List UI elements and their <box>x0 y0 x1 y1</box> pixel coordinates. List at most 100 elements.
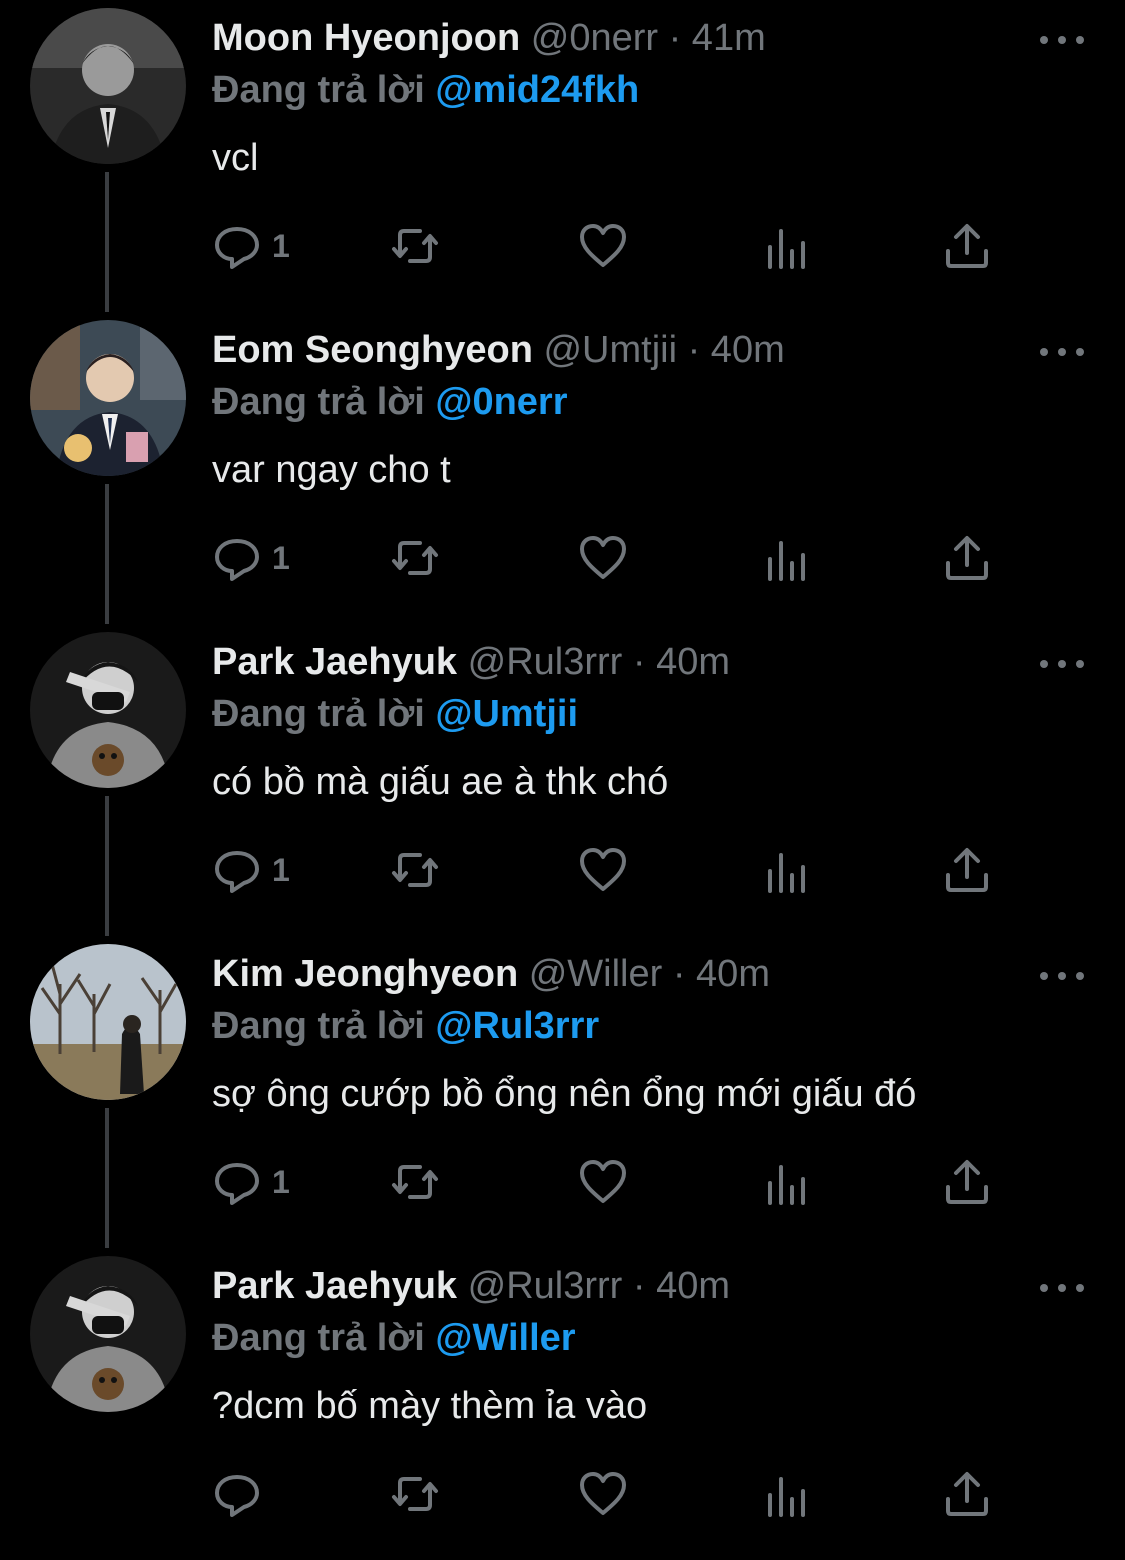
display-name[interactable]: Park Jaehyuk <box>212 641 457 683</box>
reply-count: 1 <box>272 227 290 264</box>
views-icon <box>768 1477 805 1517</box>
tweet-header: Kim Jeonghyeon @Willer · 40m <box>212 950 770 998</box>
share-icon <box>946 536 988 580</box>
reply-button[interactable]: 1 <box>212 844 290 896</box>
retweet-button[interactable] <box>390 220 440 272</box>
handle-timestamp: @Umtjii · 40m <box>543 329 785 371</box>
more-icon[interactable] <box>1040 962 1084 990</box>
display-name[interactable]: Kim Jeonghyeon <box>212 953 518 995</box>
retweet-button[interactable] <box>390 844 440 896</box>
replying-to: Đang trả lời @Rul3rrr <box>212 1002 599 1050</box>
action-bar: 1 <box>212 844 1012 896</box>
replying-to: Đang trả lời @Willer <box>212 1314 576 1362</box>
retweet-icon <box>392 229 438 263</box>
tweet[interactable]: Eom Seonghyeon @Umtjii · 40m Đang trả lờ… <box>0 312 1125 624</box>
share-icon <box>946 848 988 892</box>
replying-to: Đang trả lời @Umtjii <box>212 690 578 738</box>
more-icon[interactable] <box>1040 26 1084 54</box>
handle-timestamp: @0nerr · 41m <box>530 17 766 59</box>
share-button[interactable] <box>942 532 992 584</box>
mention-link[interactable]: @Rul3rrr <box>435 1005 599 1047</box>
share-button[interactable] <box>942 220 992 272</box>
retweet-icon <box>392 1477 438 1511</box>
reply-icon <box>215 227 259 269</box>
tweet[interactable]: Park Jaehyuk @Rul3rrr · 40m Đang trả lời… <box>0 1248 1125 1560</box>
share-icon <box>946 1472 988 1516</box>
replying-to-label: Đang trả lời <box>212 381 425 423</box>
tweet[interactable]: Kim Jeonghyeon @Willer · 40m Đang trả lờ… <box>0 936 1125 1248</box>
replying-to: Đang trả lời @mid24fkh <box>212 66 639 114</box>
replying-to-label: Đang trả lời <box>212 69 425 111</box>
views-button[interactable] <box>762 1156 812 1208</box>
tweet-header: Park Jaehyuk @Rul3rrr · 40m <box>212 638 730 686</box>
share-button[interactable] <box>942 844 992 896</box>
tweet-header: Moon Hyeonjoon @0nerr · 41m <box>212 14 766 62</box>
views-button[interactable] <box>762 1468 812 1520</box>
like-button[interactable] <box>578 1468 628 1520</box>
tweet[interactable]: Park Jaehyuk @Rul3rrr · 40m Đang trả lời… <box>0 624 1125 936</box>
reply-icon <box>215 1163 259 1205</box>
mention-link[interactable]: @mid24fkh <box>435 69 639 111</box>
like-button[interactable] <box>578 532 628 584</box>
views-button[interactable] <box>762 220 812 272</box>
like-icon <box>580 1472 626 1515</box>
reply-icon <box>215 539 259 581</box>
like-button[interactable] <box>578 220 628 272</box>
display-name[interactable]: Eom Seonghyeon <box>212 329 533 371</box>
avatar[interactable] <box>30 632 186 788</box>
replying-to: Đang trả lời @0nerr <box>212 378 568 426</box>
share-button[interactable] <box>942 1468 992 1520</box>
handle-timestamp: @Rul3rrr · 40m <box>467 641 731 683</box>
handle-timestamp: @Rul3rrr · 40m <box>467 1265 731 1307</box>
tweet-text: có bồ mà giấu ae à thk chó <box>212 761 669 803</box>
reply-count: 1 <box>272 539 290 576</box>
retweet-icon <box>392 853 438 887</box>
display-name[interactable]: Moon Hyeonjoon <box>212 17 520 59</box>
retweet-button[interactable] <box>390 532 440 584</box>
action-bar <box>212 1468 1012 1520</box>
retweet-icon <box>392 541 438 575</box>
views-button[interactable] <box>762 532 812 584</box>
reply-button[interactable]: 1 <box>212 220 290 272</box>
retweet-button[interactable] <box>390 1468 440 1520</box>
reply-icon <box>215 851 259 893</box>
tweet-header: Eom Seonghyeon @Umtjii · 40m <box>212 326 785 374</box>
reply-button[interactable] <box>212 1468 272 1520</box>
mention-link[interactable]: @Willer <box>435 1317 575 1359</box>
tweet-text: sợ ông cướp bồ ổng nên ổng mới giấu đó <box>212 1073 917 1115</box>
avatar[interactable] <box>30 320 186 476</box>
more-icon[interactable] <box>1040 650 1084 678</box>
like-button[interactable] <box>578 844 628 896</box>
mention-link[interactable]: @Umtjii <box>435 693 578 735</box>
like-button[interactable] <box>578 1156 628 1208</box>
reply-count: 1 <box>272 1163 290 1200</box>
avatar[interactable] <box>30 944 186 1100</box>
replying-to-label: Đang trả lời <box>212 693 425 735</box>
more-icon[interactable] <box>1040 338 1084 366</box>
views-button[interactable] <box>762 844 812 896</box>
share-button[interactable] <box>942 1156 992 1208</box>
reply-icon <box>215 1475 259 1517</box>
views-icon <box>768 541 805 581</box>
tweet-text: vcl <box>212 137 259 179</box>
avatar[interactable] <box>30 1256 186 1412</box>
share-icon <box>946 224 988 268</box>
mention-link[interactable]: @0nerr <box>435 381 567 423</box>
handle-timestamp: @Willer · 40m <box>528 953 770 995</box>
tweet[interactable]: Moon Hyeonjoon @0nerr · 41m Đang trả lời… <box>0 0 1125 312</box>
tweet-text: ?dcm bố mày thèm ỉa vào <box>212 1385 648 1427</box>
tweet-text: var ngay cho t <box>212 449 451 491</box>
like-icon <box>580 1160 626 1203</box>
display-name[interactable]: Park Jaehyuk <box>212 1265 457 1307</box>
like-icon <box>580 224 626 267</box>
action-bar: 1 <box>212 532 1012 584</box>
views-icon <box>768 229 805 269</box>
views-icon <box>768 853 805 893</box>
replying-to-label: Đang trả lời <box>212 1005 425 1047</box>
avatar[interactable] <box>30 8 186 164</box>
action-bar: 1 <box>212 1156 1012 1208</box>
reply-button[interactable]: 1 <box>212 532 290 584</box>
more-icon[interactable] <box>1040 1274 1084 1302</box>
reply-button[interactable]: 1 <box>212 1156 290 1208</box>
retweet-button[interactable] <box>390 1156 440 1208</box>
